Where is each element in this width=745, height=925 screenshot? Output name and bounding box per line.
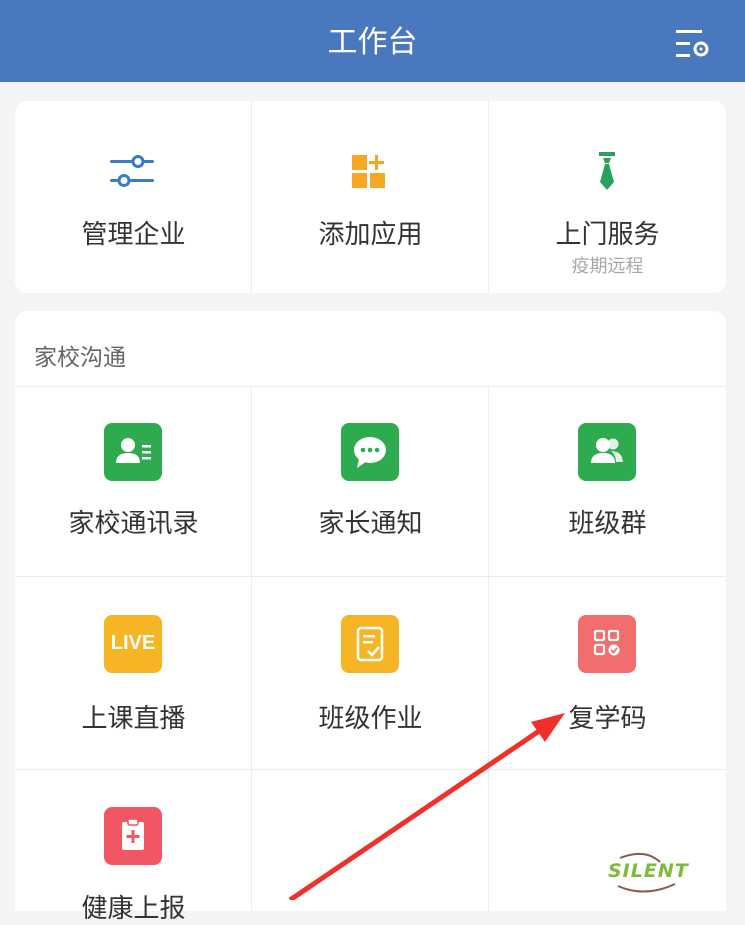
manage-enterprise-label: 管理企业: [81, 220, 186, 250]
watermark-text: SILENT: [608, 860, 689, 882]
homework-icon: [341, 615, 399, 673]
app-label: 上课直播: [81, 704, 186, 734]
app-label: 家长通知: [318, 509, 423, 539]
live-icon: LIVE: [104, 615, 162, 673]
section-title: 家校沟通: [34, 345, 126, 371]
door-service-button[interactable]: 上门服务 疫期远程: [489, 101, 726, 293]
add-app-label: 添加应用: [318, 220, 423, 250]
group-icon: [578, 423, 636, 481]
app-label: 班级群: [568, 509, 647, 539]
app-live-class[interactable]: LIVE 上课直播: [15, 577, 252, 769]
app-contacts[interactable]: 家校通讯录: [15, 387, 252, 576]
door-service-sub-label: 疫期远程: [571, 256, 644, 277]
page-title: 工作台: [327, 25, 418, 60]
app-label: 复学码: [568, 704, 647, 734]
app-class-group[interactable]: 班级群: [489, 387, 726, 576]
health-report-icon: [104, 807, 162, 865]
app-label: 班级作业: [318, 704, 423, 734]
top-bar: 工作台: [0, 0, 745, 82]
door-service-label: 上门服务: [555, 220, 660, 250]
manage-enterprise-button[interactable]: 管理企业: [15, 101, 252, 293]
app-health-report[interactable]: 健康上报: [15, 770, 252, 924]
qr-code-icon: [578, 615, 636, 673]
app-label: 健康上报: [81, 894, 186, 924]
app-label: 家校通讯录: [68, 509, 199, 539]
tie-icon: [599, 152, 615, 190]
home-school-section: 家校沟通 家校通讯录 家长通知 班级群 LIVE 上课直播 班级作业 复学码 健…: [15, 311, 726, 924]
app-parent-notice[interactable]: 家长通知: [252, 387, 489, 576]
app-return-code[interactable]: 复学码: [489, 577, 726, 769]
add-app-icon: [352, 155, 385, 188]
app-homework[interactable]: 班级作业: [252, 577, 489, 769]
chat-bubble-icon: [341, 423, 399, 481]
quick-actions-card: 管理企业 添加应用 上门服务 疫期远程: [15, 101, 726, 293]
live-icon-text: LIVE: [110, 632, 156, 654]
add-app-button[interactable]: 添加应用: [252, 101, 489, 293]
watermark-logo: SILENT: [600, 848, 700, 898]
sliders-icon: [110, 155, 154, 187]
settings-list-icon[interactable]: [672, 24, 712, 64]
contacts-icon: [104, 423, 162, 481]
